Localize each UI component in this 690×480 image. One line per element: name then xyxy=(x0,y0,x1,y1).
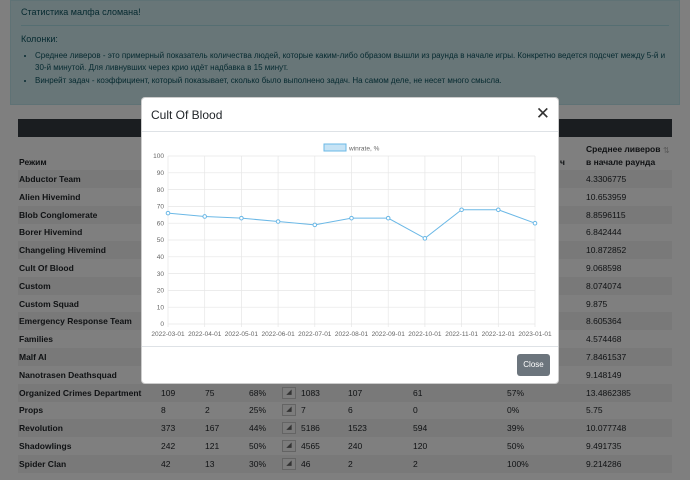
x-tick-label: 2022-06-01 xyxy=(261,331,295,338)
modal-footer: Close xyxy=(142,346,558,383)
legend-swatch xyxy=(323,143,347,152)
winrate-chart: winrate, % 0 10 20 30 40 50 60 70 80 90 100 2022-03-… xyxy=(151,143,552,338)
legend-label: winrate, % xyxy=(348,146,380,153)
x-tick-label: 2022-03-01 xyxy=(151,331,185,338)
modal-title: Cult Of Blood xyxy=(151,108,223,122)
x-tick-label: 2023-01-01 xyxy=(518,331,552,338)
y-tick-label: 70 xyxy=(157,204,165,211)
x-tick-label: 2022-08-01 xyxy=(335,331,369,338)
y-tick-label: 80 xyxy=(157,187,165,194)
y-tick-label: 10 xyxy=(157,304,165,311)
data-point xyxy=(496,207,501,213)
data-point xyxy=(165,210,171,216)
close-icon[interactable]: ✕ xyxy=(536,104,550,124)
y-tick-label: 30 xyxy=(157,271,165,278)
y-tick-label: 40 xyxy=(157,254,165,261)
y-tick-label: 0 xyxy=(160,321,164,328)
y-tick-label: 60 xyxy=(157,220,165,227)
modal-header: Cult Of Blood ✕ xyxy=(142,98,558,132)
data-point xyxy=(459,207,464,213)
close-button[interactable]: Close xyxy=(517,354,550,376)
modal-body: winrate, % 0 10 20 30 40 50 60 70 80 90 100 2022-03-… xyxy=(142,132,558,347)
data-point xyxy=(312,222,318,228)
x-tick-label: 2022-04-01 xyxy=(188,331,222,338)
data-point xyxy=(385,215,391,221)
x-tick-label: 2022-05-01 xyxy=(225,331,259,338)
chart-modal: Cult Of Blood ✕ winrate, % 0 10 20 30 40 50 60 7… xyxy=(141,97,559,384)
x-tick-label: 2022-07-01 xyxy=(298,331,332,338)
y-tick-label: 90 xyxy=(157,170,165,177)
data-point xyxy=(202,214,208,219)
y-tick-label: 20 xyxy=(157,288,165,295)
data-point xyxy=(349,215,354,221)
y-tick-label: 100 xyxy=(153,153,164,160)
x-tick-label: 2022-09-01 xyxy=(372,331,406,338)
data-point xyxy=(239,215,244,221)
x-tick-label: 2022-10-01 xyxy=(408,331,442,338)
x-tick-label: 2022-12-01 xyxy=(482,331,516,338)
y-tick-label: 50 xyxy=(157,237,165,244)
data-point xyxy=(422,236,428,241)
data-point xyxy=(275,219,281,224)
x-tick-label: 2022-11-01 xyxy=(445,331,478,338)
data-point xyxy=(532,220,538,226)
